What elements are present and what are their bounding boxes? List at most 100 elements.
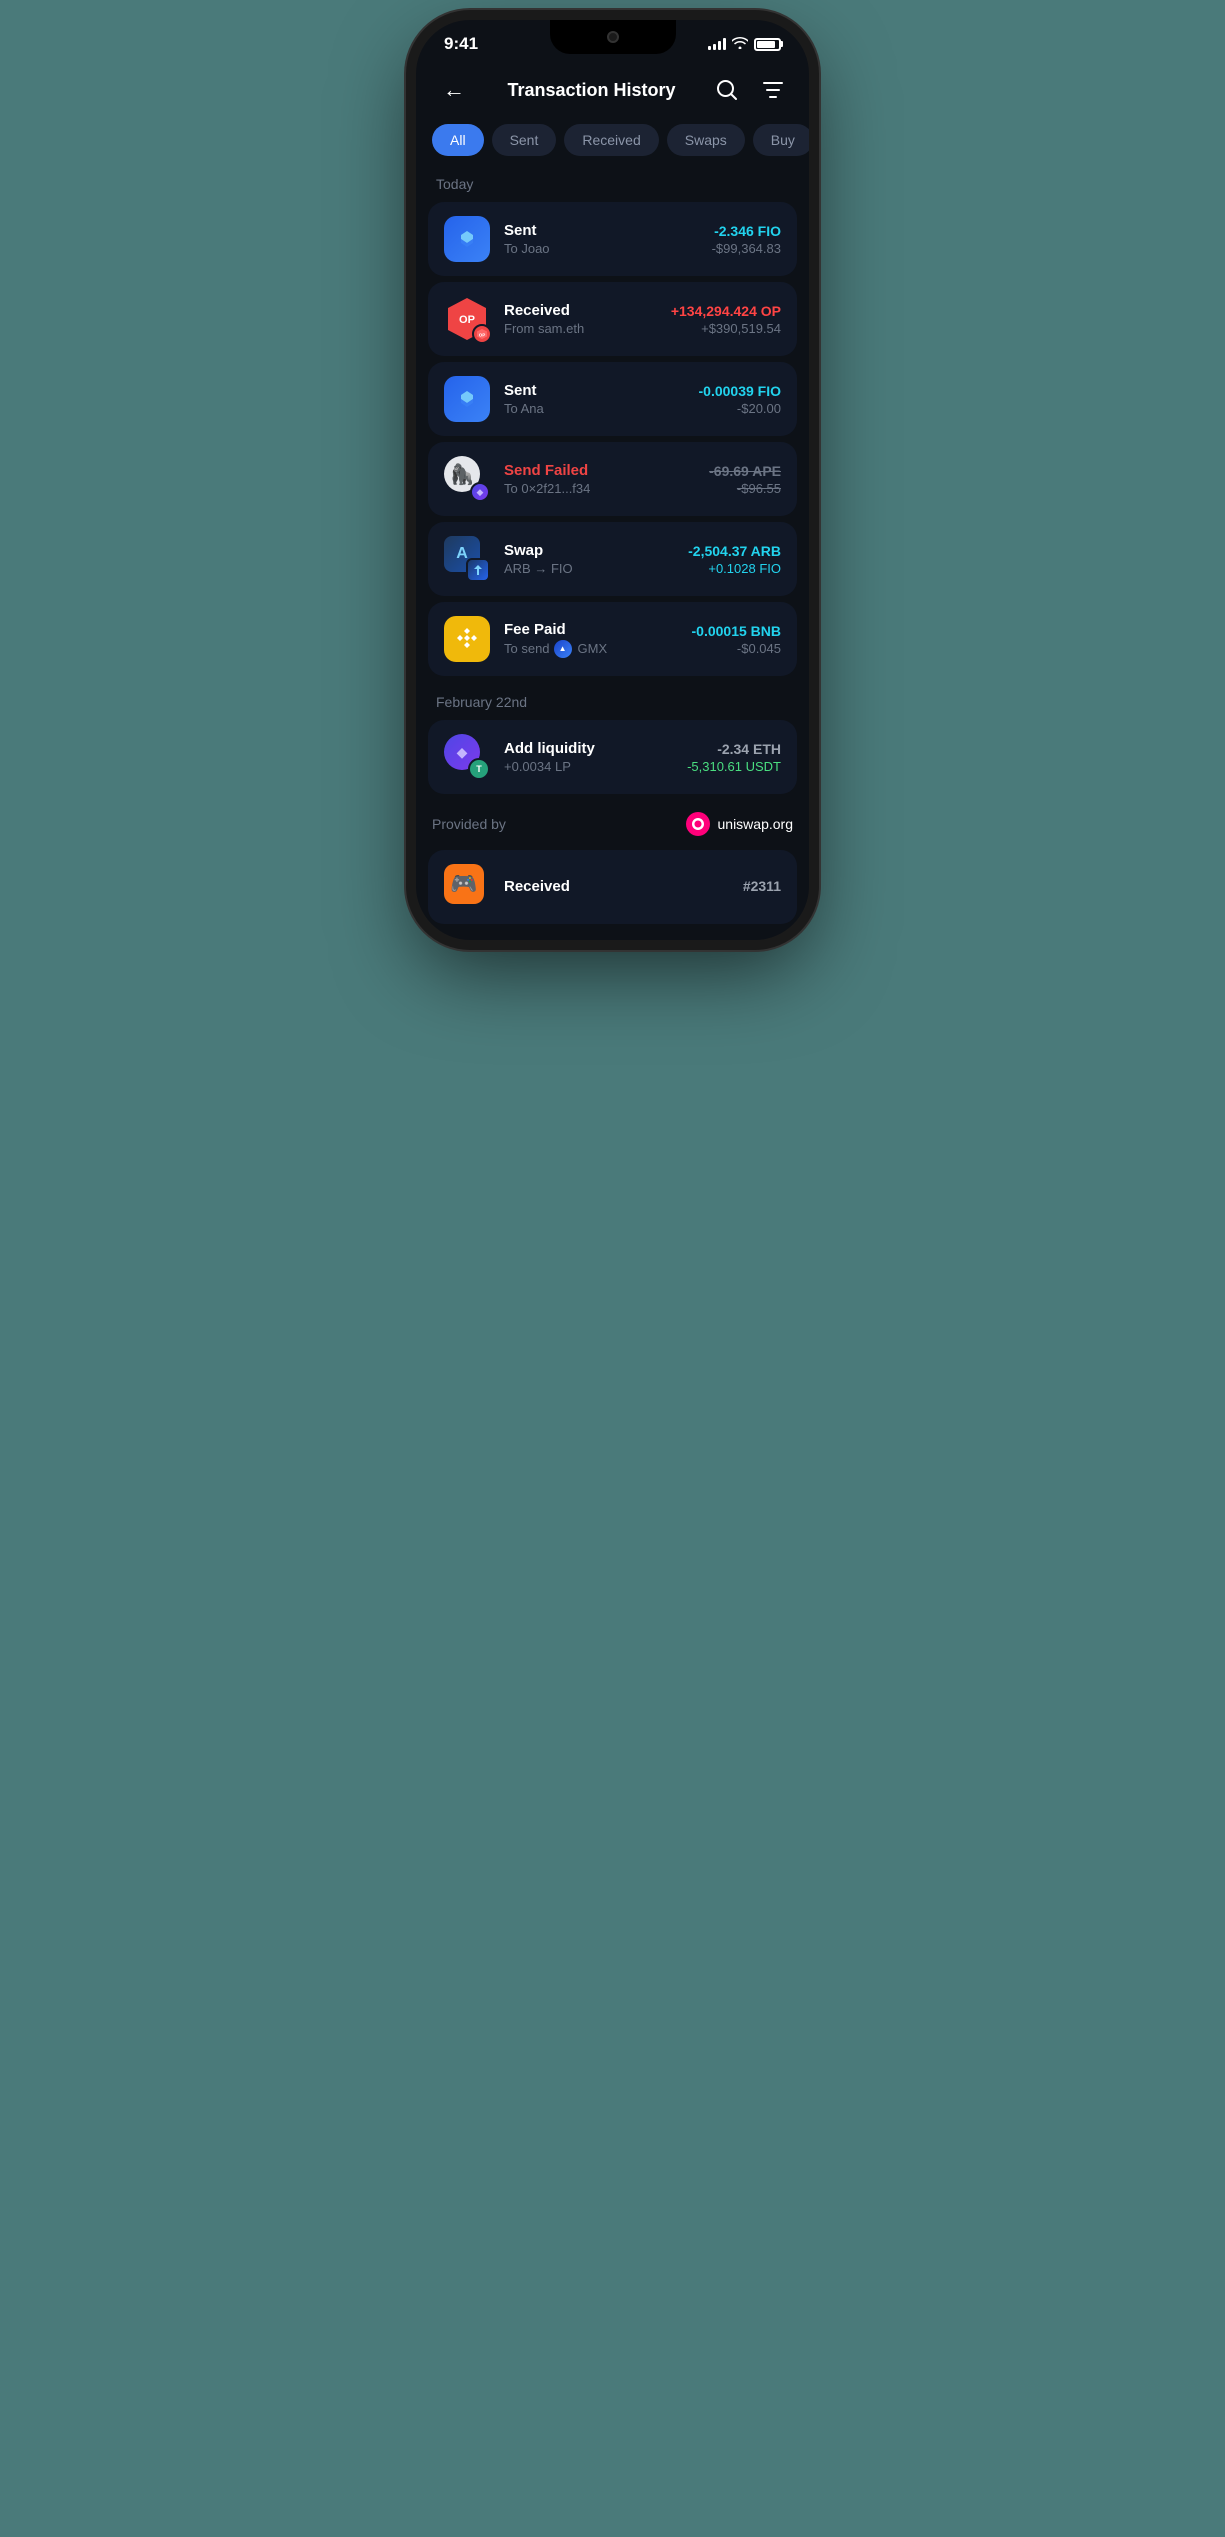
table-row[interactable]: OP OP Received From sam.eth +134,294.424… bbox=[428, 282, 797, 356]
filter-button[interactable] bbox=[757, 74, 789, 106]
notch bbox=[550, 20, 676, 54]
transaction-list-today: Sent To Joao -2.346 FIO -$99,364.83 OP bbox=[416, 202, 809, 676]
tx-amount-secondary: -$0.045 bbox=[692, 641, 782, 656]
tx-subtitle: To Joao bbox=[504, 241, 698, 256]
tx-amount-secondary: +$390,519.54 bbox=[671, 321, 781, 336]
tx-icon-bnb bbox=[444, 616, 490, 662]
tx-title: Swap bbox=[504, 542, 674, 559]
section-today: Today bbox=[416, 176, 809, 202]
uniswap-logo-icon bbox=[686, 812, 710, 836]
tx-icon-ape: 🦍 ◆ bbox=[444, 456, 490, 502]
tx-icon-eth-usdt: ◆ T bbox=[444, 734, 490, 780]
filter-tabs: All Sent Received Swaps Buy Se... bbox=[416, 124, 809, 176]
provided-by-label: Provided by bbox=[432, 816, 506, 832]
tx-amounts: +134,294.424 OP +$390,519.54 bbox=[671, 303, 781, 336]
tx-amount-primary: -2.34 ETH bbox=[687, 741, 781, 757]
tx-info: Received bbox=[504, 878, 729, 897]
tx-amount-secondary: -5,310.61 USDT bbox=[687, 759, 781, 774]
back-arrow-icon: ← bbox=[443, 77, 465, 103]
eth-badge-icon: ◆ bbox=[470, 482, 490, 502]
wifi-icon bbox=[732, 37, 748, 52]
tx-amount-secondary: -$99,364.83 bbox=[712, 241, 781, 256]
tx-info: Sent To Ana bbox=[504, 382, 685, 416]
tx-amounts: -0.00039 FIO -$20.00 bbox=[699, 383, 782, 416]
tx-subtitle: +0.0034 LP bbox=[504, 759, 673, 774]
tx-amount-primary: -2,504.37 ARB bbox=[688, 543, 781, 559]
tx-icon-fio-1 bbox=[444, 216, 490, 262]
provider-name: uniswap.org bbox=[718, 816, 794, 832]
provided-by-section: Provided by uniswap.org bbox=[416, 794, 809, 850]
tx-icon-arb-fio: A bbox=[444, 536, 490, 582]
tx-amount-primary: +134,294.424 OP bbox=[671, 303, 781, 319]
status-icons bbox=[708, 37, 781, 52]
tx-subtitle: To 0×2f21...f34 bbox=[504, 481, 695, 496]
tx-amount-primary: -0.00015 BNB bbox=[692, 623, 782, 639]
transaction-list-feb22: ◆ T Add liquidity +0.0034 LP -2.34 ETH -… bbox=[416, 720, 809, 794]
tx-title: Fee Paid bbox=[504, 621, 678, 638]
tx-info: Sent To Joao bbox=[504, 222, 698, 256]
table-row[interactable]: 🎮 Received #2311 bbox=[428, 850, 797, 924]
svg-text:OP: OP bbox=[459, 314, 475, 326]
tx-amounts: -2,504.37 ARB +0.1028 FIO bbox=[688, 543, 781, 576]
tx-subtitle: ARB → FIO bbox=[504, 561, 674, 576]
header-actions bbox=[711, 74, 789, 106]
tab-swaps[interactable]: Swaps bbox=[667, 124, 745, 156]
tx-amount-secondary: +0.1028 FIO bbox=[688, 561, 781, 576]
tx-info: Add liquidity +0.0034 LP bbox=[504, 740, 673, 774]
table-row[interactable]: Fee Paid To send ▲ GMX -0.00015 BNB -$0.… bbox=[428, 602, 797, 676]
tx-icon-op: OP OP bbox=[444, 296, 490, 342]
table-row[interactable]: Sent To Joao -2.346 FIO -$99,364.83 bbox=[428, 202, 797, 276]
svg-text:OP: OP bbox=[479, 333, 486, 338]
tx-title: Sent bbox=[504, 222, 698, 239]
gmx-icon: ▲ bbox=[554, 640, 572, 658]
table-row[interactable]: A Swap ARB → FIO -2,504.37 ARB +0.1028 F… bbox=[428, 522, 797, 596]
tx-subtitle: To Ana bbox=[504, 401, 685, 416]
tx-amounts: -69.69 APE -$96.55 bbox=[709, 463, 781, 496]
tx-amount-primary: -69.69 APE bbox=[709, 463, 781, 479]
tx-subtitle: From sam.eth bbox=[504, 321, 657, 336]
tx-amount-primary: -0.00039 FIO bbox=[699, 383, 782, 399]
tx-amounts: #2311 bbox=[743, 878, 781, 896]
table-row[interactable]: 🦍 ◆ Send Failed To 0×2f21...f34 -69.69 A… bbox=[428, 442, 797, 516]
notch-camera bbox=[607, 31, 619, 43]
tx-amounts: -2.346 FIO -$99,364.83 bbox=[712, 223, 781, 256]
tab-buy[interactable]: Buy bbox=[753, 124, 809, 156]
section-feb22: February 22nd bbox=[416, 676, 809, 720]
table-row[interactable]: Sent To Ana -0.00039 FIO -$20.00 bbox=[428, 362, 797, 436]
tx-amount-secondary: -$96.55 bbox=[709, 481, 781, 496]
signal-icon bbox=[708, 38, 726, 50]
tx-info: Fee Paid To send ▲ GMX bbox=[504, 621, 678, 658]
page-title: Transaction History bbox=[507, 80, 675, 101]
tx-title: Received bbox=[504, 878, 729, 895]
tx-title-failed: Send Failed bbox=[504, 462, 695, 479]
provided-by-row: Provided by uniswap.org bbox=[432, 804, 793, 844]
tx-info: Send Failed To 0×2f21...f34 bbox=[504, 462, 695, 496]
tab-all[interactable]: All bbox=[432, 124, 484, 156]
battery-icon bbox=[754, 38, 781, 51]
tab-received[interactable]: Received bbox=[564, 124, 658, 156]
back-button[interactable]: ← bbox=[436, 72, 472, 108]
search-icon bbox=[716, 79, 738, 101]
tx-info: Received From sam.eth bbox=[504, 302, 657, 336]
table-row[interactable]: ◆ T Add liquidity +0.0034 LP -2.34 ETH -… bbox=[428, 720, 797, 794]
status-time: 9:41 bbox=[444, 34, 478, 54]
tx-amounts: -2.34 ETH -5,310.61 USDT bbox=[687, 741, 781, 774]
provided-by-value: uniswap.org bbox=[686, 812, 794, 836]
tx-subtitle: To send ▲ GMX bbox=[504, 640, 678, 658]
tab-sent[interactable]: Sent bbox=[492, 124, 557, 156]
phone-frame: 9:41 ← Transaction History bbox=[416, 20, 809, 940]
search-button[interactable] bbox=[711, 74, 743, 106]
header: ← Transaction History bbox=[416, 62, 809, 124]
tx-title: Sent bbox=[504, 382, 685, 399]
tx-info: Swap ARB → FIO bbox=[504, 542, 674, 576]
tx-amounts: -0.00015 BNB -$0.045 bbox=[692, 623, 782, 656]
filter-icon bbox=[762, 79, 784, 101]
tx-icon-animal: 🎮 bbox=[444, 864, 490, 910]
tx-id-label: #2311 bbox=[743, 878, 781, 894]
transaction-list-bottom: 🎮 Received #2311 bbox=[416, 850, 809, 940]
tx-amount-primary: -2.346 FIO bbox=[712, 223, 781, 239]
tx-amount-secondary: -$20.00 bbox=[699, 401, 782, 416]
tx-icon-fio-2 bbox=[444, 376, 490, 422]
tx-title: Received bbox=[504, 302, 657, 319]
tx-title: Add liquidity bbox=[504, 740, 673, 757]
